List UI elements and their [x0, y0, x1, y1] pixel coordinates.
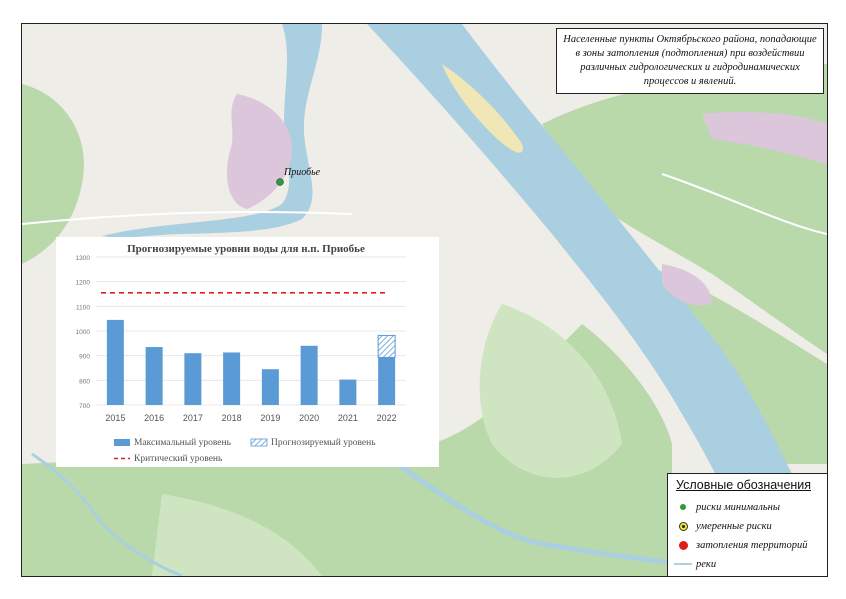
bar-max-level-2015	[106, 319, 124, 405]
town-marker-priobye	[276, 178, 284, 186]
legend-label: умеренные риски	[696, 520, 772, 532]
chart-legend-label: Прогнозируемый уровень	[271, 437, 376, 448]
y-tick-label: 700	[79, 403, 90, 410]
x-tick-label: 2015	[105, 413, 125, 423]
yellow-dot-icon	[674, 519, 692, 533]
x-tick-label: 2019	[260, 413, 280, 423]
bar-forecast-level-2022	[377, 334, 396, 358]
y-tick-label: 1100	[76, 304, 90, 311]
river-line-icon	[674, 557, 692, 571]
green-dot-icon	[674, 500, 692, 514]
water-level-chart: Прогнозируемые уровни воды для н.п. Прио…	[56, 237, 439, 467]
chart-legend-item: Критический уровень	[114, 453, 223, 464]
x-tick-label: 2020	[299, 413, 319, 423]
x-tick-label: 2022	[377, 413, 397, 423]
legend-item-moderate-risk: умеренные риски	[674, 519, 772, 533]
y-tick-label: 1000	[76, 329, 91, 336]
bar-max-level-2018	[223, 352, 241, 405]
chart-title: Прогнозируемые уровни воды для н.п. Прио…	[127, 243, 365, 255]
x-tick-label: 2018	[222, 413, 242, 423]
legend-label: риски минимальны	[696, 501, 780, 513]
y-tick-label: 800	[79, 378, 90, 385]
red-dot-icon	[674, 538, 692, 552]
town-label-priobye: Приобье	[284, 167, 321, 178]
chart-legend-label: Критический уровень	[134, 453, 223, 464]
chart-canvas: Прогнозируемые уровни воды для н.п. Прио…	[76, 243, 406, 464]
chart-legend-item: Прогнозируемый уровень	[250, 437, 376, 448]
y-tick-label: 1300	[76, 255, 91, 262]
bar-max-level-2017	[184, 353, 202, 405]
x-tick-label: 2021	[338, 413, 358, 423]
bar-max-level-2021	[339, 379, 357, 405]
legend-item-rivers: реки	[674, 557, 716, 571]
map-title: Населенные пункты Октябрьского района, п…	[556, 28, 824, 94]
legend-title: Условные обозначения	[676, 478, 812, 492]
bar-max-level-2016	[145, 347, 163, 405]
bar-max-level-2022	[378, 357, 396, 405]
y-tick-label: 900	[79, 354, 90, 361]
legend-item-minimal-risk: риски минимальны	[674, 500, 780, 514]
legend-item-flooding: затопления территорий	[674, 538, 807, 552]
map-legend: Условные обозначения риски минимальны ум…	[667, 473, 827, 576]
legend-label: реки	[696, 558, 717, 570]
bar-max-level-2020	[300, 345, 318, 405]
bar-max-level-2019	[261, 369, 279, 405]
chart-legend-label: Максимальный уровень	[134, 437, 232, 448]
y-tick-label: 1200	[76, 280, 91, 287]
chart-legend-item: Максимальный уровень	[114, 437, 232, 448]
legend-label: затопления территорий	[696, 539, 808, 551]
map-frame: Населенные пункты Октябрьского района, п…	[21, 23, 828, 577]
x-tick-label: 2017	[183, 413, 203, 423]
x-tick-label: 2016	[144, 413, 164, 423]
